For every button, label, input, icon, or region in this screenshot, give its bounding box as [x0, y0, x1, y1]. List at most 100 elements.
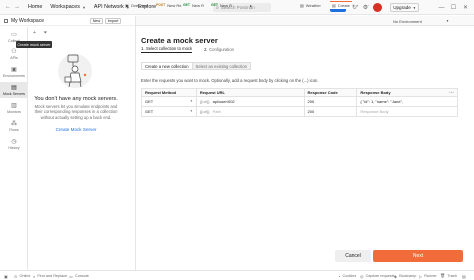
next-button[interactable]: Next	[373, 250, 463, 262]
sidebar-item-monitors[interactable]: ▥ Monitors	[0, 100, 28, 116]
create-mock-server-link[interactable]: Create Mock Server	[30, 127, 122, 132]
mock-servers-icon: ▤	[11, 84, 17, 91]
flows-icon: ⁂	[11, 120, 17, 127]
chevron-down-icon: ▼	[189, 109, 193, 113]
close-icon[interactable]: ✕	[461, 3, 470, 12]
cookies-button[interactable]: ◔ Cookies	[338, 273, 356, 279]
nav-workspaces[interactable]: Workspaces ▼	[50, 4, 86, 10]
workspace-name: My Workspace	[11, 17, 44, 24]
apis-icon: ⚇	[11, 48, 17, 55]
sidebar-item-history[interactable]: ◷ History	[0, 136, 28, 152]
runner-icon: ▷	[419, 273, 423, 279]
upgrade-button[interactable]: Upgrade ▼	[390, 3, 419, 12]
collections-icon: ▭	[11, 31, 17, 38]
table-row: GET ▼ {{url}} Path 200 Response Body	[141, 106, 458, 117]
step-configuration[interactable]: 2. Configuration	[204, 47, 234, 52]
page-title: Create a mock server	[141, 36, 218, 45]
runner-button[interactable]: ▷ Runner	[419, 273, 437, 279]
sidebar-toggle-icon[interactable]: ▣	[4, 273, 10, 279]
sidebar-item-mock-servers[interactable]: ▤ Mock Servers	[0, 82, 28, 98]
response-code-input[interactable]: 200	[303, 96, 358, 107]
response-body-input[interactable]: Response Body	[356, 106, 458, 117]
history-icon: ◷	[11, 138, 17, 145]
tab-weather[interactable]: ▤ Weather	[300, 1, 321, 9]
forward-arrow-icon[interactable]: →	[14, 4, 20, 10]
column-header: Request URL	[195, 88, 305, 97]
overview-icon: ▣	[125, 2, 129, 8]
nav-home[interactable]: Home	[28, 4, 42, 10]
tab-overview[interactable]: ▣ Overview	[125, 1, 147, 9]
illustration-box	[64, 76, 72, 83]
tab-create[interactable]: ▤ Create	[330, 1, 352, 9]
back-arrow-icon[interactable]: ←	[5, 4, 11, 10]
table-row: GET ▼ {{url}} api/user/002 200 { "id": 1, …	[141, 96, 458, 107]
empty-state-illustration	[58, 54, 92, 88]
sidebar-item-flows[interactable]: ⁂ Flows	[0, 118, 28, 134]
trash-button[interactable]: 🗑 Trash	[440, 273, 457, 279]
bootcamp-button[interactable]: ◈ Bootcamp	[394, 273, 416, 279]
cancel-button[interactable]: Cancel	[335, 250, 371, 262]
online-icon: ⊙	[14, 273, 18, 279]
maximize-icon[interactable]: ☐	[449, 3, 458, 12]
sidebar-rail: ▭ Collecti ⚇ APIs ▣ Environments ▤ Mock …	[0, 27, 28, 270]
empty-state-description: Mock servers let you simulate endpoints …	[34, 104, 118, 120]
capture-requests-button[interactable]: ◎ Capture requests	[360, 273, 395, 279]
illustration-accent	[83, 73, 87, 77]
status-bar: ▣ ⊙ Online ⌕ Find and Replace ▭ Console ◔ Co…	[0, 270, 474, 280]
postman-app: ← → Home Workspaces ▼ API Network ▼ Explor…	[0, 0, 474, 280]
console-button[interactable]: ▭ Console	[69, 273, 89, 279]
sidebar-item-environments[interactable]: ▣ Environments	[0, 64, 28, 80]
column-header: Request Method	[141, 88, 197, 97]
empty-state-title: You don't have any mock servers.	[34, 96, 118, 102]
filter-icon[interactable]: ⏷	[43, 30, 47, 36]
tab-overflow-icon[interactable]: ▸	[250, 1, 252, 9]
monitors-icon: ▥	[11, 102, 17, 109]
environment-select[interactable]: No Environment ▼	[393, 17, 449, 25]
online-status[interactable]: ⊙ Online	[14, 273, 31, 279]
minimize-icon[interactable]: —	[437, 3, 446, 12]
import-button[interactable]: Import	[105, 18, 121, 24]
tab-request[interactable]: POST New Re	[156, 1, 181, 9]
more-options-icon[interactable]: ⋯	[449, 90, 454, 96]
sidebar-tools: + ⏷	[33, 30, 47, 36]
collection-icon: ▤	[300, 2, 304, 8]
column-header: Response Code	[303, 88, 358, 97]
table-header-row: Request Method Request URL Response Code…	[141, 88, 458, 97]
mock-icon: ▤	[332, 3, 336, 8]
illustration-head	[71, 65, 79, 73]
find-replace-button[interactable]: ⌕ Find and Replace	[33, 273, 67, 279]
step-select-collection[interactable]: 1. Select collection to mock	[141, 46, 193, 53]
response-body-input[interactable]: { "id": 1, "name": "Jane",	[356, 96, 458, 107]
tab-menu-icon[interactable]: ⋯	[365, 1, 369, 9]
request-method-select[interactable]: GET ▼	[141, 96, 197, 107]
panel-divider[interactable]	[135, 16, 136, 270]
add-tab-icon[interactable]: +	[356, 1, 358, 9]
add-icon[interactable]: +	[33, 30, 36, 36]
request-method-select[interactable]: GET ▼	[141, 106, 197, 117]
capture-icon: ◎	[360, 273, 364, 279]
tab-request[interactable]: GET New R	[211, 1, 232, 9]
request-url-input[interactable]: {{url}} api/user/002	[195, 96, 305, 107]
layout-icon[interactable]: ▤	[462, 273, 468, 279]
console-icon: ▭	[69, 273, 73, 279]
collection-source-tabs: Create a new collection Select an existi…	[141, 62, 251, 70]
chevron-down-icon: ▼	[412, 5, 416, 10]
tab-create-new-collection[interactable]: Create a new collection	[141, 62, 193, 70]
chevron-down-icon: ▼	[446, 19, 449, 23]
wizard-steps: 1. Select collection to mock 2. Configurat…	[141, 45, 234, 54]
instructions: Enter the requests you want to mock. Opt…	[141, 78, 319, 83]
tab-request[interactable]: GET New R	[183, 1, 204, 9]
chevron-down-icon: ▼	[189, 99, 193, 103]
avatar[interactable]	[373, 3, 382, 12]
tooltip: Create mock server	[16, 41, 52, 48]
sidebar-item-apis[interactable]: ⚇ APIs	[0, 46, 28, 62]
search-icon: ⌕	[33, 273, 36, 279]
tab-select-existing-collection[interactable]: Select an existing collection	[192, 62, 251, 70]
new-button[interactable]: New	[90, 18, 103, 24]
cookie-icon: ◔	[338, 273, 341, 279]
mock-requests-table: Request Method Request URL Response Code…	[141, 88, 458, 117]
chevron-down-icon: ▼	[81, 4, 86, 10]
trash-icon: 🗑	[440, 273, 446, 278]
request-url-input[interactable]: {{url}} Path	[195, 106, 305, 117]
response-code-input[interactable]: 200	[303, 106, 358, 117]
